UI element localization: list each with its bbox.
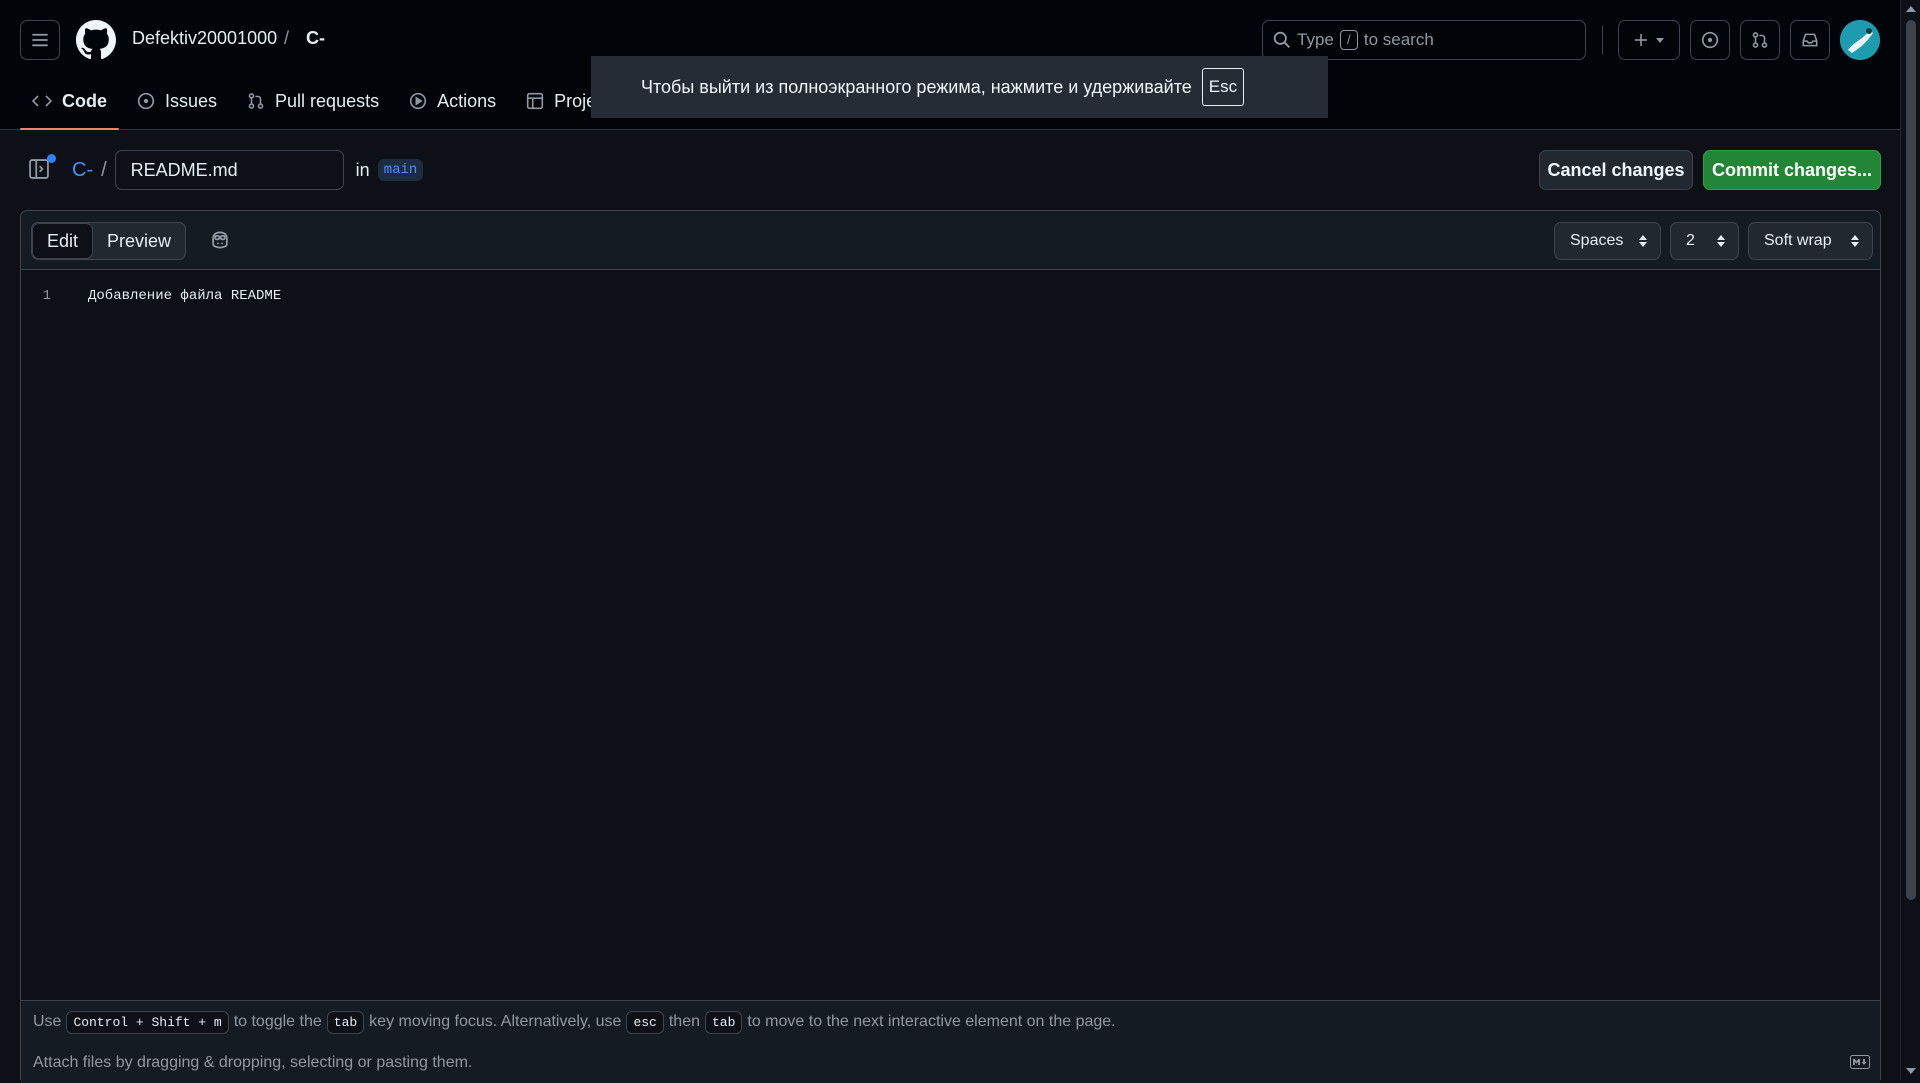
hamburger-icon xyxy=(32,33,48,47)
editor-toolbar: Edit Preview Spaces 2 Soft wrap xyxy=(21,211,1880,270)
your-pull-requests-button[interactable] xyxy=(1740,20,1780,60)
attach-files-bar[interactable]: Attach files by dragging & dropping, sel… xyxy=(21,1043,1880,1083)
edit-preview-toggle: Edit Preview xyxy=(31,222,187,260)
attach-files-text: Attach files by dragging & dropping, sel… xyxy=(33,1054,473,1071)
global-header: Defektiv20001000 / C- Type / to search C… xyxy=(0,0,1900,130)
wrap-mode-select[interactable]: Soft wrap xyxy=(1748,222,1873,260)
tab-code-label: Code xyxy=(62,90,107,111)
line-text: Добавление файла README xyxy=(88,288,282,304)
code-icon xyxy=(32,95,52,107)
search-input[interactable]: Type / to search xyxy=(1262,20,1586,60)
tab-edit[interactable]: Edit xyxy=(32,223,94,259)
search-placeholder-suffix: to search xyxy=(1363,30,1434,49)
indent-size-select[interactable]: 2 xyxy=(1670,222,1739,260)
plus-icon xyxy=(1635,34,1647,46)
tab-actions-label: Actions xyxy=(437,90,497,111)
code-editor: Edit Preview Spaces 2 Soft wrap 1 Добавл… xyxy=(20,210,1881,1083)
tab-actions[interactable]: Actions xyxy=(397,82,508,120)
filepath-separator: / xyxy=(101,158,107,181)
hint-use: Use xyxy=(33,1013,62,1030)
hint-end-text: to move to the next interactive element … xyxy=(747,1013,1116,1030)
markdown-icon xyxy=(1850,1055,1870,1069)
menu-button[interactable] xyxy=(20,20,60,60)
scroll-up-arrow-icon[interactable] xyxy=(1906,6,1916,12)
your-issues-button[interactable] xyxy=(1690,20,1730,60)
copilot-icon xyxy=(212,231,228,249)
repo-nav: Code Issues Pull requests Actions Proje xyxy=(20,82,614,130)
file-tree-toggle[interactable] xyxy=(28,154,56,182)
cancel-changes-button[interactable]: Cancel changes xyxy=(1539,150,1693,190)
tab-issues-label: Issues xyxy=(165,90,218,111)
issue-opened-icon xyxy=(1701,31,1719,49)
wrap-mode-value: Soft wrap xyxy=(1764,232,1832,249)
repo-link[interactable]: C- xyxy=(306,28,325,49)
code-line: 1 Добавление файла README xyxy=(21,284,1880,308)
tab-projects-label: Proje xyxy=(554,90,597,111)
file-path-bar: C- / in main xyxy=(28,150,424,190)
table-icon xyxy=(527,92,544,110)
commit-changes-button[interactable]: Commit changes... xyxy=(1703,150,1881,190)
tab-pull-requests-label: Pull requests xyxy=(275,90,380,111)
hint-moving-text: key moving focus. Alternatively, use xyxy=(369,1013,622,1030)
indent-size-value: 2 xyxy=(1686,232,1695,249)
hint-tab-key-2: tab xyxy=(704,1010,743,1034)
esc-key-badge: Esc xyxy=(1201,68,1245,106)
filename-input[interactable] xyxy=(114,150,344,190)
tab-issues[interactable]: Issues xyxy=(125,82,229,120)
scroll-down-arrow-icon[interactable] xyxy=(1906,1068,1916,1074)
search-shortcut-key: / xyxy=(1339,30,1358,50)
select-arrows-icon xyxy=(1717,235,1725,247)
line-number: 1 xyxy=(42,288,51,304)
indent-mode-value: Spaces xyxy=(1570,232,1624,249)
git-pull-request-icon xyxy=(1752,32,1768,48)
hint-tab-key: tab xyxy=(326,1010,365,1034)
keyboard-hint: Use Control + Shift + m to toggle the ta… xyxy=(21,1000,1880,1043)
sidebar-expand-icon xyxy=(29,159,49,179)
select-arrows-icon xyxy=(1639,235,1647,247)
issue-opened-icon xyxy=(137,92,155,110)
fullscreen-notice: Чтобы выйти из полноэкранного режима, на… xyxy=(591,56,1328,118)
git-pull-request-icon xyxy=(248,93,264,109)
branch-label: main xyxy=(377,159,424,181)
code-content[interactable]: 1 Добавление файла README xyxy=(21,270,1880,1000)
scrollbar-thumb[interactable] xyxy=(1906,20,1916,900)
copilot-button[interactable] xyxy=(209,229,233,253)
header-divider xyxy=(1602,26,1603,54)
indent-mode-select[interactable]: Spaces xyxy=(1554,222,1661,260)
select-arrows-icon xyxy=(1851,235,1859,247)
create-new-button[interactable] xyxy=(1618,20,1680,60)
github-logo-icon[interactable] xyxy=(76,20,116,60)
tab-pull-requests[interactable]: Pull requests xyxy=(235,82,391,120)
user-avatar[interactable] xyxy=(1840,20,1880,60)
breadcrumb-separator: / xyxy=(284,28,290,48)
page-scrollbar[interactable] xyxy=(1900,0,1920,1080)
hint-shortcut-key: Control + Shift + m xyxy=(66,1010,229,1034)
notifications-button[interactable] xyxy=(1790,20,1830,60)
caret-down-icon xyxy=(1656,38,1664,43)
in-label: in xyxy=(355,159,370,180)
tab-preview[interactable]: Preview xyxy=(93,223,185,259)
tab-code[interactable]: Code xyxy=(20,82,119,130)
owner-link[interactable]: Defektiv20001000 xyxy=(132,28,277,49)
hint-toggle-text: to toggle the xyxy=(233,1013,322,1030)
search-placeholder-type: Type xyxy=(1297,30,1334,49)
search-icon xyxy=(1273,31,1290,48)
hint-then-text: then xyxy=(668,1013,700,1030)
filepath-repo-link[interactable]: C- xyxy=(72,159,93,182)
inbox-icon xyxy=(1802,33,1818,47)
hint-esc-key: esc xyxy=(626,1010,664,1034)
fullscreen-notice-text: Чтобы выйти из полноэкранного режима, на… xyxy=(641,76,1192,97)
unsaved-dot xyxy=(47,154,56,163)
play-icon xyxy=(409,92,427,110)
